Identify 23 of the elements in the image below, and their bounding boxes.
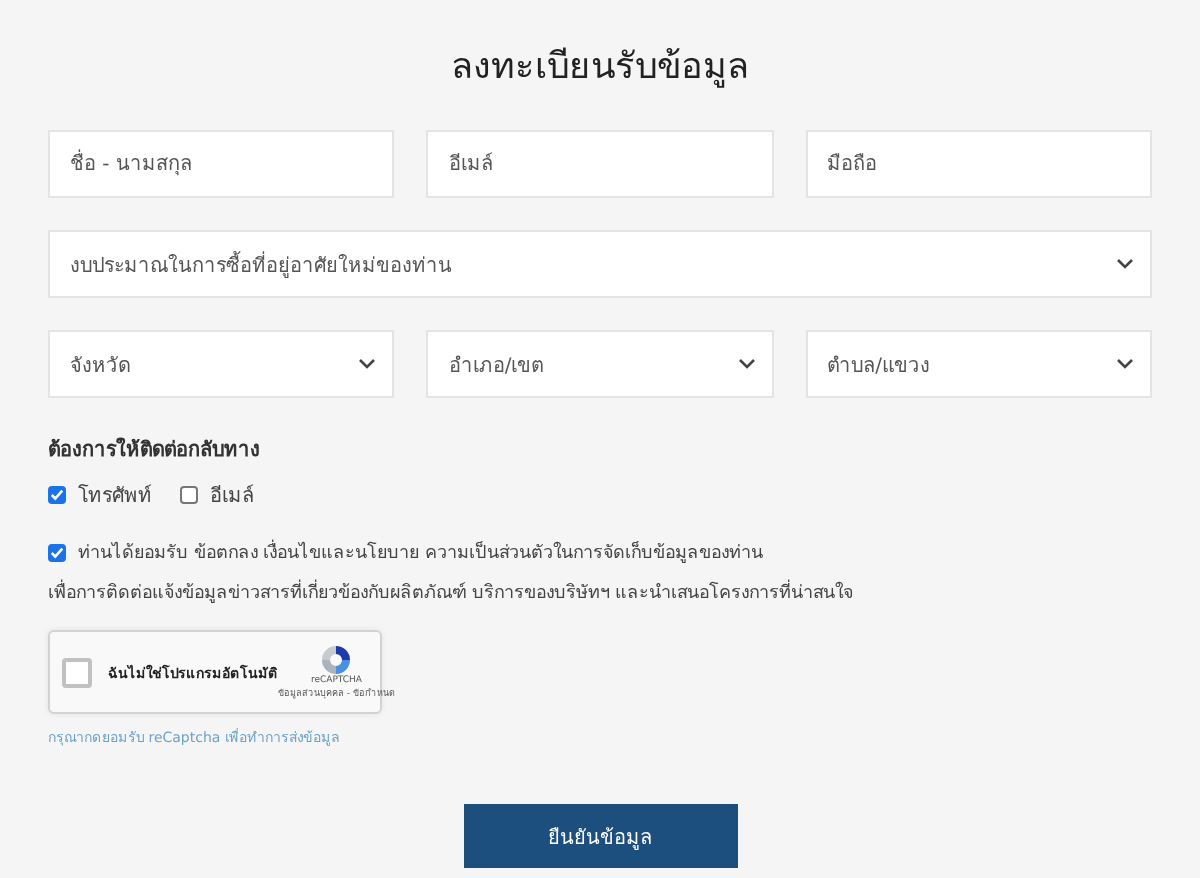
consent-text: ท่านได้ยอมรับ ข้อตกลง เงื่อนไขและนโยบาย ความเป็นส่วนตัวในการจัดเก็บข้อมูลของท่าน — [78, 538, 764, 566]
dropdown[interactable]: อำเภอ/เขต — [426, 330, 774, 398]
option-label: โทรศัพท์ — [78, 482, 152, 510]
chevron-down-icon — [737, 358, 756, 370]
contact-label: ต้องการให้ติดต่อกลับทาง — [48, 435, 260, 464]
chevron-down-icon — [1115, 258, 1134, 270]
dropdown[interactable]: งบประมาณในการซื้อที่อยู่อาศัยใหม่ของท่าน — [48, 230, 1152, 298]
submit-button[interactable]: ยืนยันข้อมูล — [463, 804, 737, 868]
input-field[interactable]: ชื่อ - นามสกุล — [48, 130, 395, 198]
checkbox[interactable] — [48, 543, 66, 561]
chevron-down-icon — [1115, 358, 1134, 370]
input-field[interactable]: อีเมล์ — [426, 130, 774, 198]
dropdown[interactable]: ตำบล/แขวง — [805, 330, 1152, 398]
dropdown[interactable]: จังหวัด — [48, 330, 395, 398]
captcha-checkbox[interactable] — [62, 657, 92, 687]
consent-note: เพื่อการติดต่อแจ้งข้อมูลข่าวสารที่เกี่ยวข้องกับผลิตภัณฑ์ บริการของบริษัทฯ และนำเสนอโครงการที่น่าสนใจ — [48, 578, 854, 606]
input-field[interactable]: มือถือ — [805, 130, 1152, 198]
chevron-down-icon — [358, 358, 377, 370]
checkbox[interactable] — [48, 486, 66, 504]
checkbox[interactable] — [180, 486, 198, 504]
recaptcha-logo-icon — [320, 644, 353, 676]
option-label: อีเมล์ — [210, 482, 254, 510]
form-title: ลงทะเบียนรับข้อมูล — [451, 44, 749, 92]
